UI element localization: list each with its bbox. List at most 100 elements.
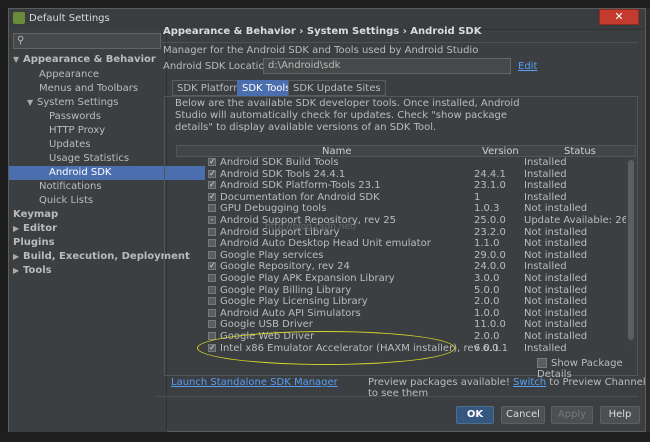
annotation-ellipse: [197, 331, 455, 365]
ok-button[interactable]: OK: [456, 406, 494, 424]
row-version: 24.0.0: [474, 261, 506, 273]
tab-sdk-tools[interactable]: SDK Tools: [237, 80, 296, 96]
row-status: Not installed: [524, 226, 588, 238]
row-checkbox[interactable]: [208, 308, 216, 317]
row-checkbox[interactable]: ✓: [208, 262, 216, 271]
row-version: 29.0.0: [474, 249, 506, 261]
row-checkbox[interactable]: [208, 250, 216, 259]
cancel-button[interactable]: Cancel: [501, 406, 545, 424]
row-checkbox[interactable]: ✓: [208, 181, 216, 190]
table-row[interactable]: Google Play APK Expansion Library 3.0.0 No…: [176, 273, 636, 285]
close-button[interactable]: ✕: [599, 9, 639, 25]
column-name[interactable]: Name: [322, 146, 352, 157]
table-row[interactable]: Google USB Driver 11.0.0 Not installed: [176, 319, 636, 331]
row-version: 1: [474, 191, 481, 203]
row-checkbox[interactable]: [208, 204, 216, 213]
row-version: 24.4.1: [474, 168, 506, 180]
sidebar-item-label: Tools: [23, 265, 52, 276]
background-strip-bottom: [0, 432, 650, 442]
launch-standalone-sdk-manager-link[interactable]: Launch Standalone SDK Manager: [171, 377, 338, 388]
table-row[interactable]: GPU Debugging tools 1.0.3 Not installed: [176, 203, 636, 215]
sidebar-item-label: Notifications: [39, 181, 102, 192]
table-row[interactable]: ✓ Android SDK Tools 24.4.1 24.4.1 Installed: [176, 169, 636, 181]
row-version: 23.2.0: [474, 226, 506, 238]
table-row[interactable]: Google Play Billing Library 5.0.0 Not inst…: [176, 285, 636, 297]
sidebar-item-label: Keymap: [13, 209, 59, 220]
row-checkbox[interactable]: [208, 320, 216, 329]
sdk-tools-note: Below are the available SDK developer to…: [175, 98, 520, 133]
sidebar-item-label: Updates: [49, 139, 91, 150]
column-status[interactable]: Status: [564, 146, 596, 157]
table-row[interactable]: - Android Support Repository, rev 25 25.0.…: [176, 215, 636, 227]
apply-button[interactable]: Apply: [551, 406, 593, 424]
row-checkbox[interactable]: [208, 285, 216, 294]
sidebar-item-appearance-behavior[interactable]: ▼ Appearance & Behavior: [13, 53, 156, 67]
row-status: Not installed: [524, 284, 588, 296]
help-button[interactable]: Help: [600, 406, 640, 424]
sidebar-item-label: Plugins: [13, 237, 55, 248]
row-checkbox[interactable]: [208, 239, 216, 248]
row-status: Not installed: [524, 203, 588, 215]
row-status: Not installed: [524, 296, 588, 308]
sidebar-item-http-proxy[interactable]: HTTP Proxy: [49, 124, 105, 138]
sidebar-item-label: Appearance & Behavior: [23, 54, 156, 65]
sidebar-item-system-settings[interactable]: ▼ System Settings: [27, 96, 118, 110]
expanded-arrow-icon[interactable]: ▼: [13, 53, 23, 67]
table-row[interactable]: Android Auto Desktop Head Unit emulator 1…: [176, 238, 636, 250]
sidebar-item-menus-and-toolbars[interactable]: Menus and Toolbars: [39, 82, 138, 96]
row-version: 25.0.0: [474, 215, 506, 226]
row-checkbox[interactable]: ✓: [208, 192, 216, 201]
preview-prefix: Preview packages available!: [368, 377, 514, 388]
sidebar-item-tools[interactable]: ▶ Tools: [13, 264, 52, 278]
sidebar-item-usage-statistics[interactable]: Usage Statistics: [49, 152, 129, 166]
sidebar-item-quick-lists[interactable]: Quick Lists: [39, 194, 93, 208]
row-status: Installed: [524, 180, 567, 192]
row-status: Installed: [524, 157, 567, 168]
sidebar-item-updates[interactable]: Updates: [49, 138, 90, 152]
row-checkbox[interactable]: -: [208, 216, 216, 224]
switch-link[interactable]: Switch: [513, 377, 546, 388]
table-row[interactable]: ✓ Documentation for Android SDK 1 Installed: [176, 192, 636, 204]
tab-sdk-update-sites[interactable]: SDK Update Sites: [288, 80, 386, 96]
expanded-arrow-icon[interactable]: ▼: [27, 96, 37, 110]
collapsed-arrow-icon[interactable]: ▶: [13, 250, 23, 264]
table-row[interactable]: ✓ Google Repository, rev 24 24.0.0 Installe…: [176, 261, 636, 273]
table-row[interactable]: Android Support Library 23.2.0 Not install…: [176, 227, 636, 239]
table-scroll-thumb[interactable]: [628, 160, 634, 340]
watermark: http://blog.csdn.net/: [265, 222, 357, 232]
sidebar-item-label: HTTP Proxy: [49, 125, 106, 136]
sidebar-item-passwords[interactable]: Passwords: [49, 110, 101, 124]
row-checkbox[interactable]: [208, 297, 216, 306]
row-name: Google USB Driver: [220, 319, 313, 331]
background-strip-top: [0, 0, 650, 8]
sidebar-item-keymap[interactable]: Keymap: [13, 208, 58, 222]
row-checkbox[interactable]: [208, 274, 216, 282]
search-input[interactable]: ⚲: [13, 33, 161, 49]
row-name: Documentation for Android SDK: [220, 191, 380, 203]
sidebar-item-label: Appearance: [39, 69, 100, 80]
table-row[interactable]: ✓ Android SDK Platform-Tools 23.1 23.1.0 In…: [176, 180, 636, 192]
sdk-location-label: Android SDK Location:: [163, 61, 275, 72]
row-status: Not installed: [524, 273, 588, 284]
sidebar-item-plugins[interactable]: Plugins: [13, 236, 55, 250]
row-checkbox[interactable]: ✓: [208, 169, 216, 178]
collapsed-arrow-icon[interactable]: ▶: [13, 264, 23, 278]
sidebar-item-notifications[interactable]: Notifications: [39, 180, 102, 194]
table-row[interactable]: Google Play services 29.0.0 Not installed: [176, 250, 636, 262]
row-checkbox[interactable]: ✓: [208, 158, 216, 166]
edit-location-link[interactable]: Edit: [518, 61, 537, 72]
sidebar-item-appearance[interactable]: Appearance: [39, 68, 99, 82]
table-row[interactable]: Google Play Licensing Library 2.0.0 Not in…: [176, 296, 636, 308]
row-status: Not installed: [524, 249, 588, 261]
sidebar-item-label: System Settings: [37, 97, 119, 108]
sdk-location-field[interactable]: d:\Android\sdk: [263, 58, 511, 74]
collapsed-arrow-icon[interactable]: ▶: [13, 222, 23, 236]
row-checkbox[interactable]: [208, 227, 216, 236]
sidebar-item-editor[interactable]: ▶ Editor: [13, 222, 57, 236]
table-header: Name Version Status: [176, 145, 636, 157]
table-row[interactable]: Android Auto API Simulators 1.0.0 Not inst…: [176, 308, 636, 320]
column-version[interactable]: Version: [482, 146, 519, 157]
sidebar-item-label: Menus and Toolbars: [39, 83, 139, 94]
table-row[interactable]: ✓ Android SDK Build Tools Installed: [176, 157, 636, 169]
settings-sidebar: ⚲ ▼ Appearance & Behavior Appearance Menus …: [9, 29, 205, 433]
